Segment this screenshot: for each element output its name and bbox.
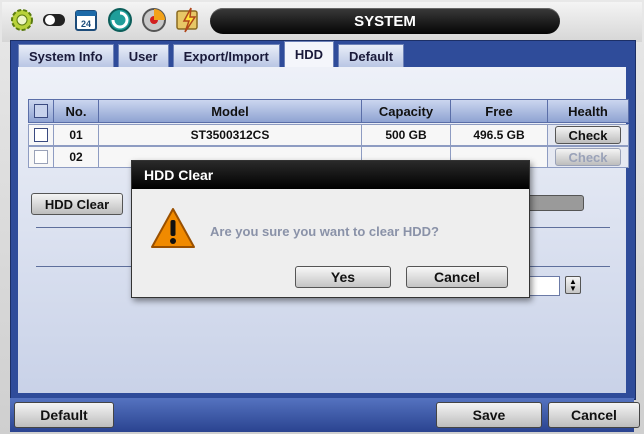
check-health-button[interactable]: Check [555, 126, 621, 144]
row-checkbox[interactable] [34, 150, 48, 164]
event-lightning-icon[interactable] [174, 6, 202, 34]
tab-hdd[interactable]: HDD [283, 41, 335, 67]
network-globe-icon[interactable] [106, 6, 134, 34]
record-disc-icon[interactable] [140, 6, 168, 34]
hdd-clear-dialog: HDD Clear Are you sure you want to clear… [131, 160, 530, 298]
calendar-day-label: 24 [81, 19, 91, 29]
gear-icon[interactable] [8, 6, 36, 34]
table-cell-model: ST3500312CS [98, 124, 362, 146]
tab-bar: System Info User Export/Import HDD Defau… [18, 41, 405, 68]
table-cell-no: 02 [53, 146, 99, 168]
dialog-cancel-button[interactable]: Cancel [406, 266, 508, 288]
hdd-clear-button[interactable]: HDD Clear [31, 193, 123, 215]
calendar-icon[interactable]: 24 [72, 6, 100, 34]
toggle-icon[interactable] [40, 6, 68, 34]
column-header-capacity: Capacity [361, 99, 451, 123]
tab-user[interactable]: User [117, 44, 169, 67]
table-cell-health: Check [547, 146, 629, 168]
cancel-button[interactable]: Cancel [548, 402, 640, 428]
column-header-model: Model [98, 99, 362, 123]
table-row-checkbox-cell [28, 146, 54, 168]
tab-default[interactable]: Default [338, 44, 405, 67]
table-cell-health: Check [547, 124, 629, 146]
table-cell-no: 01 [53, 124, 99, 146]
select-all-header[interactable] [28, 99, 54, 123]
column-header-free: Free [450, 99, 548, 123]
default-button[interactable]: Default [14, 402, 114, 428]
select-all-checkbox[interactable] [34, 104, 48, 118]
tab-system-info[interactable]: System Info [18, 44, 114, 67]
table-cell-capacity: 500 GB [361, 124, 451, 146]
column-header-health: Health [547, 99, 629, 123]
column-header-no: No. [53, 99, 99, 123]
select-spinner-icon[interactable]: ▲ ▼ [565, 276, 581, 294]
overwrite-select[interactable] [528, 276, 560, 296]
table-row-checkbox-cell [28, 124, 54, 146]
dialog-yes-button[interactable]: Yes [295, 266, 391, 288]
table-cell-free: 496.5 GB [450, 124, 548, 146]
row-checkbox[interactable] [34, 128, 48, 142]
warning-icon [150, 207, 196, 254]
tab-export-import[interactable]: Export/Import [172, 44, 280, 67]
dialog-title: HDD Clear [132, 161, 529, 189]
window-title: SYSTEM [210, 8, 560, 34]
save-button[interactable]: Save [436, 402, 542, 428]
dialog-message: Are you sure you want to clear HDD? [210, 224, 439, 239]
check-health-button[interactable]: Check [555, 148, 621, 166]
